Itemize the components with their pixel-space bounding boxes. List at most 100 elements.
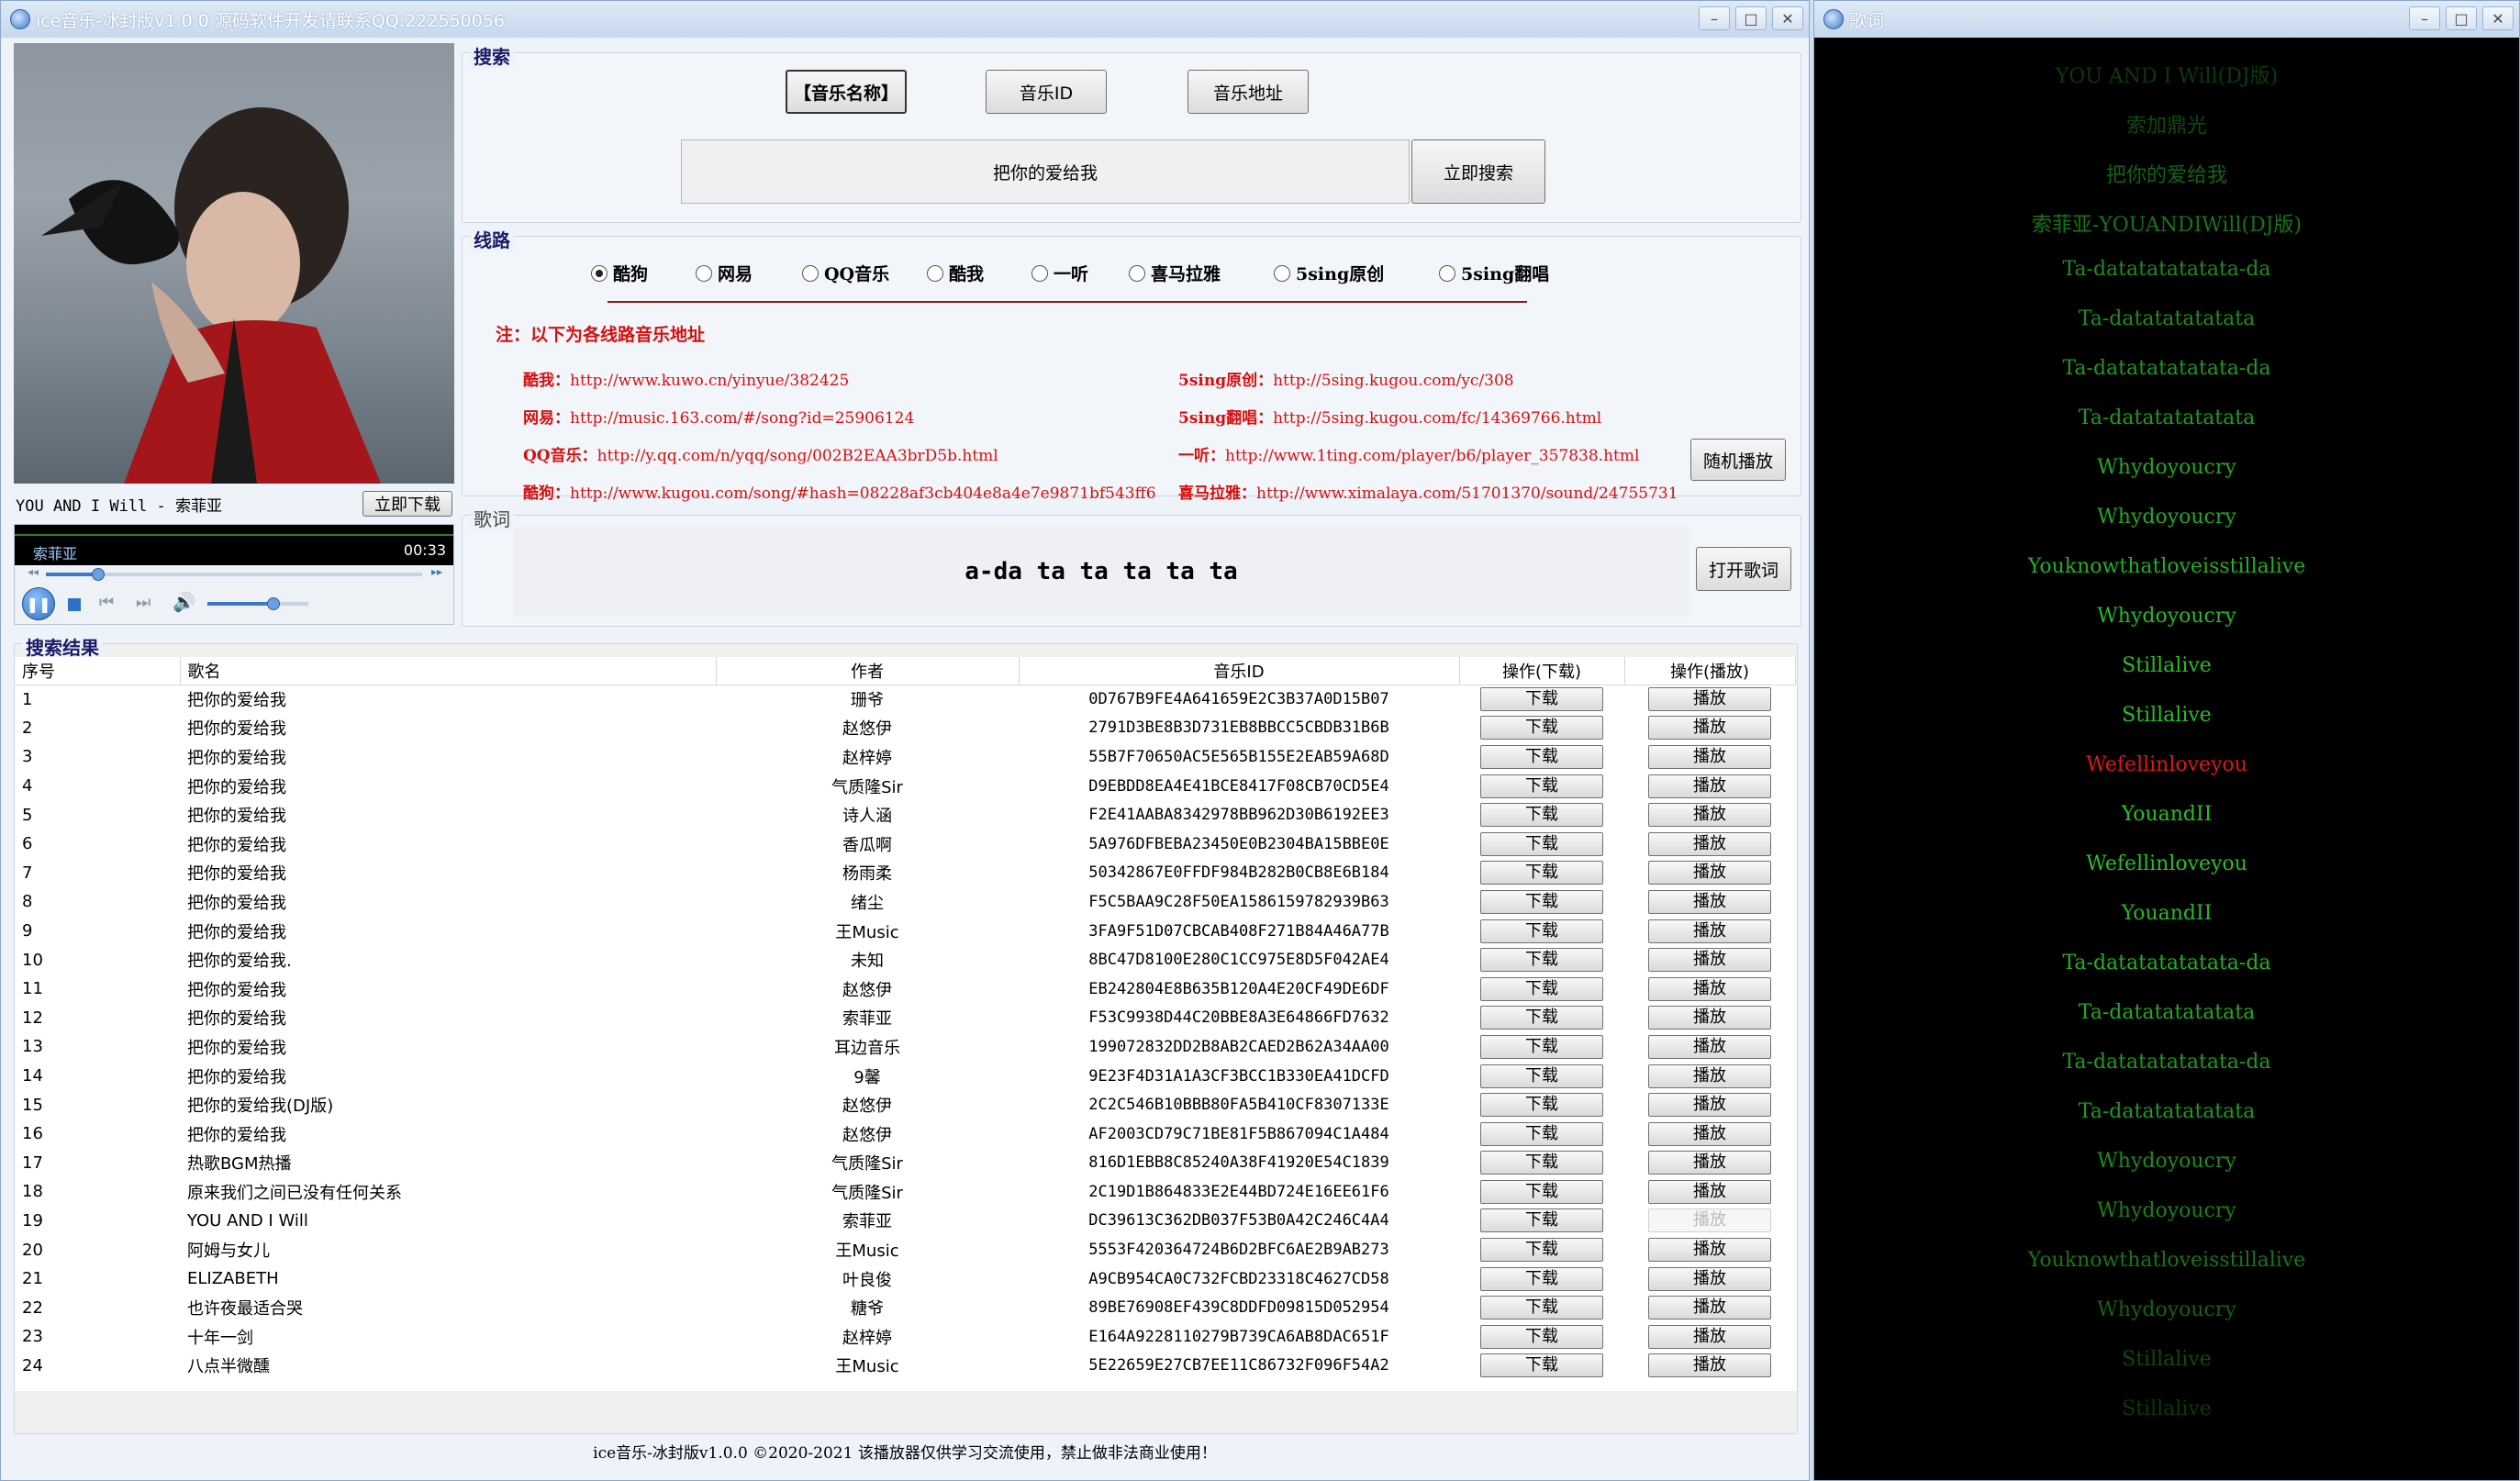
table-row[interactable]: 7 把你的爱给我 杨雨柔 50342867E0FFDF984B282B0CB8E6B1… bbox=[15, 859, 1795, 888]
download-button[interactable]: 下载 bbox=[1480, 1151, 1603, 1175]
route-url-link[interactable]: http://www.1ting.com/player/b6/player_35… bbox=[1225, 447, 1639, 465]
download-button[interactable]: 下载 bbox=[1480, 1093, 1603, 1118]
play-button[interactable]: 播放 bbox=[1648, 919, 1771, 943]
route-option-0[interactable]: 酷狗 bbox=[591, 261, 648, 285]
download-now-button[interactable]: 立即下载 bbox=[362, 491, 452, 517]
radio-icon[interactable] bbox=[1439, 264, 1455, 282]
table-row[interactable]: 2 把你的爱给我 赵悠伊 2791D3BE8B3D731EB8BBCC5CBDB31B… bbox=[15, 714, 1795, 743]
route-option-6[interactable]: 5sing原创 bbox=[1274, 261, 1384, 285]
table-row[interactable]: 19 YOU AND I Will 索菲亚 DC39613C362DB037F53B0… bbox=[15, 1207, 1795, 1236]
play-button[interactable]: 播放 bbox=[1648, 803, 1771, 828]
random-play-button[interactable]: 随机播放 bbox=[1690, 439, 1786, 481]
play-button[interactable]: 播放 bbox=[1648, 889, 1771, 914]
table-row[interactable]: 23 十年一剑 赵梓婷 E164A9228110279B739CA6AB8DAC651… bbox=[15, 1322, 1795, 1352]
radio-icon[interactable] bbox=[1129, 264, 1145, 282]
column-header-1[interactable]: 歌名 bbox=[180, 657, 717, 685]
download-button[interactable]: 下载 bbox=[1480, 1208, 1603, 1233]
lyrics-minimize-button[interactable]: – bbox=[2409, 6, 2440, 30]
seek-bar[interactable] bbox=[46, 568, 422, 581]
volume-handle[interactable] bbox=[266, 597, 280, 610]
download-button[interactable]: 下载 bbox=[1480, 1034, 1603, 1059]
search-by-name-button[interactable]: 【音乐名称】 bbox=[786, 70, 907, 114]
download-button[interactable]: 下载 bbox=[1480, 1006, 1603, 1030]
table-row[interactable]: 9 把你的爱给我 王Music 3FA9F51D07CBCAB408F271B84A4… bbox=[15, 917, 1795, 946]
radio-icon[interactable] bbox=[696, 264, 712, 282]
download-button[interactable]: 下载 bbox=[1480, 948, 1603, 973]
table-row[interactable]: 3 把你的爱给我 赵梓婷 55B7F70650AC5E565B155E2EAB59A6… bbox=[15, 742, 1795, 772]
route-option-7[interactable]: 5sing翻唱 bbox=[1439, 261, 1549, 285]
play-button[interactable]: 播放 bbox=[1648, 744, 1771, 769]
table-row[interactable]: 24 八点半微醺 王Music 5E22659E27CB7EE11C86732F096… bbox=[15, 1352, 1795, 1381]
route-url-link[interactable]: http://www.kugou.com/song/#hash=08228af3… bbox=[570, 484, 1156, 503]
play-button[interactable]: 播放 bbox=[1648, 1034, 1771, 1059]
route-url-link[interactable]: http://5sing.kugou.com/fc/14369766.html bbox=[1273, 409, 1601, 428]
previous-button[interactable]: ⏮ bbox=[99, 593, 114, 612]
lyrics-maximize-button[interactable]: □ bbox=[2446, 6, 2477, 30]
play-button[interactable]: 播放 bbox=[1648, 1296, 1771, 1320]
maximize-button[interactable]: □ bbox=[1735, 6, 1767, 30]
table-row[interactable]: 20 阿姆与女儿 王Music 5553F420364724B6D2BFC6AE2B9… bbox=[15, 1235, 1795, 1264]
radio-icon[interactable] bbox=[1274, 264, 1290, 282]
lyrics-titlebar[interactable]: 歌词 – □ ✕ bbox=[1814, 1, 2519, 38]
route-url-link[interactable]: http://www.kuwo.cn/yinyue/382425 bbox=[570, 372, 849, 390]
play-button[interactable]: 播放 bbox=[1648, 1179, 1771, 1204]
table-row[interactable]: 12 把你的爱给我 索菲亚 F53C9938D44C20BBE8A3E64866FD7… bbox=[15, 1004, 1795, 1033]
volume-slider[interactable] bbox=[207, 597, 308, 610]
column-header-4[interactable]: 操作(下载) bbox=[1459, 657, 1625, 685]
download-button[interactable]: 下载 bbox=[1480, 1238, 1603, 1263]
table-row[interactable]: 11 把你的爱给我 赵悠伊 EB242804E8B635B120A4E20CF49DE… bbox=[15, 974, 1795, 1004]
play-button[interactable]: 播放 bbox=[1648, 1324, 1771, 1349]
table-row[interactable]: 13 把你的爱给我 耳边音乐 199072832DD2B8AB2CAED2B62A34… bbox=[15, 1032, 1795, 1062]
play-button[interactable]: 播放 bbox=[1648, 1121, 1771, 1146]
route-url-link[interactable]: http://music.163.com/#/song?id=25906124 bbox=[570, 409, 914, 428]
play-button[interactable]: 播放 bbox=[1648, 1208, 1771, 1233]
column-header-2[interactable]: 作者 bbox=[716, 657, 1020, 685]
download-button[interactable]: 下载 bbox=[1480, 1324, 1603, 1349]
download-button[interactable]: 下载 bbox=[1480, 774, 1603, 798]
play-button[interactable]: 播放 bbox=[1648, 831, 1771, 856]
route-option-3[interactable]: 酷我 bbox=[927, 261, 984, 285]
download-button[interactable]: 下载 bbox=[1480, 803, 1603, 828]
play-button[interactable]: 播放 bbox=[1648, 1063, 1771, 1088]
download-button[interactable]: 下载 bbox=[1480, 889, 1603, 914]
play-button[interactable]: 播放 bbox=[1648, 687, 1771, 712]
route-url-link[interactable]: http://www.ximalaya.com/51701370/sound/2… bbox=[1256, 484, 1678, 503]
table-row[interactable]: 4 把你的爱给我 气质隆Sir D9EBDD8EA4E41BCE8417F08CB70… bbox=[15, 772, 1795, 801]
route-option-2[interactable]: QQ音乐 bbox=[802, 261, 889, 285]
table-row[interactable]: 16 把你的爱给我 赵悠伊 AF2003CD79C71BE81F5B867094C1A… bbox=[15, 1119, 1795, 1149]
download-button[interactable]: 下载 bbox=[1480, 861, 1603, 885]
radio-icon[interactable] bbox=[1031, 264, 1048, 282]
lyrics-scroll-area[interactable]: YOU AND I Will(DJ版) 索加鼎光 把你的爱给我 索菲亚-YOUANDI… bbox=[1822, 39, 2512, 1471]
minimize-button[interactable]: – bbox=[1699, 6, 1730, 30]
close-button[interactable]: ✕ bbox=[1772, 6, 1803, 30]
route-option-5[interactable]: 喜马拉雅 bbox=[1129, 261, 1221, 285]
play-button[interactable]: 播放 bbox=[1648, 1353, 1771, 1378]
table-row[interactable]: 1 把你的爱给我 珊爷 0D767B9FE4A641659E2C3B37A0D15B0… bbox=[15, 685, 1795, 714]
seek-handle[interactable] bbox=[92, 568, 106, 581]
download-button[interactable]: 下载 bbox=[1480, 744, 1603, 769]
next-button[interactable]: ⏭ bbox=[136, 593, 151, 612]
download-button[interactable]: 下载 bbox=[1480, 919, 1603, 943]
table-row[interactable]: 17 热歌BGM热播 气质隆Sir 816D1EBB8C85240A38F41920E… bbox=[15, 1149, 1795, 1178]
radio-icon[interactable] bbox=[927, 264, 943, 282]
download-button[interactable]: 下载 bbox=[1480, 1353, 1603, 1378]
download-button[interactable]: 下载 bbox=[1480, 1121, 1603, 1146]
column-header-0[interactable]: 序号 bbox=[15, 657, 181, 685]
play-button[interactable]: 播放 bbox=[1648, 716, 1771, 740]
radio-icon[interactable] bbox=[802, 264, 819, 282]
route-option-1[interactable]: 网易 bbox=[696, 261, 753, 285]
search-input[interactable] bbox=[681, 139, 1410, 204]
play-button[interactable]: 播放 bbox=[1648, 861, 1771, 885]
radio-icon[interactable] bbox=[591, 264, 608, 282]
download-button[interactable]: 下载 bbox=[1480, 831, 1603, 856]
column-header-3[interactable]: 音乐ID bbox=[1019, 657, 1460, 685]
play-button[interactable]: 播放 bbox=[1648, 1266, 1771, 1291]
table-row[interactable]: 22 也许夜最适合哭 糖爷 89BE76908EF439C8DDFD09815D052… bbox=[15, 1293, 1795, 1322]
table-row[interactable]: 10 把你的爱给我. 未知 8BC47D8100E280C1CC975E8D5F042… bbox=[15, 945, 1795, 974]
download-button[interactable]: 下载 bbox=[1480, 687, 1603, 712]
open-lyrics-button[interactable]: 打开歌词 bbox=[1696, 547, 1791, 591]
table-row[interactable]: 5 把你的爱给我 诗人涵 F2E41AABA8342978BB962D30B6192E… bbox=[15, 800, 1795, 830]
table-row[interactable]: 8 把你的爱给我 绪尘 F5C5BAA9C28F50EA1586159782939B6… bbox=[15, 887, 1795, 917]
pause-button[interactable]: ❚❚ bbox=[22, 587, 55, 620]
volume-icon[interactable]: 🔊 bbox=[173, 591, 195, 613]
